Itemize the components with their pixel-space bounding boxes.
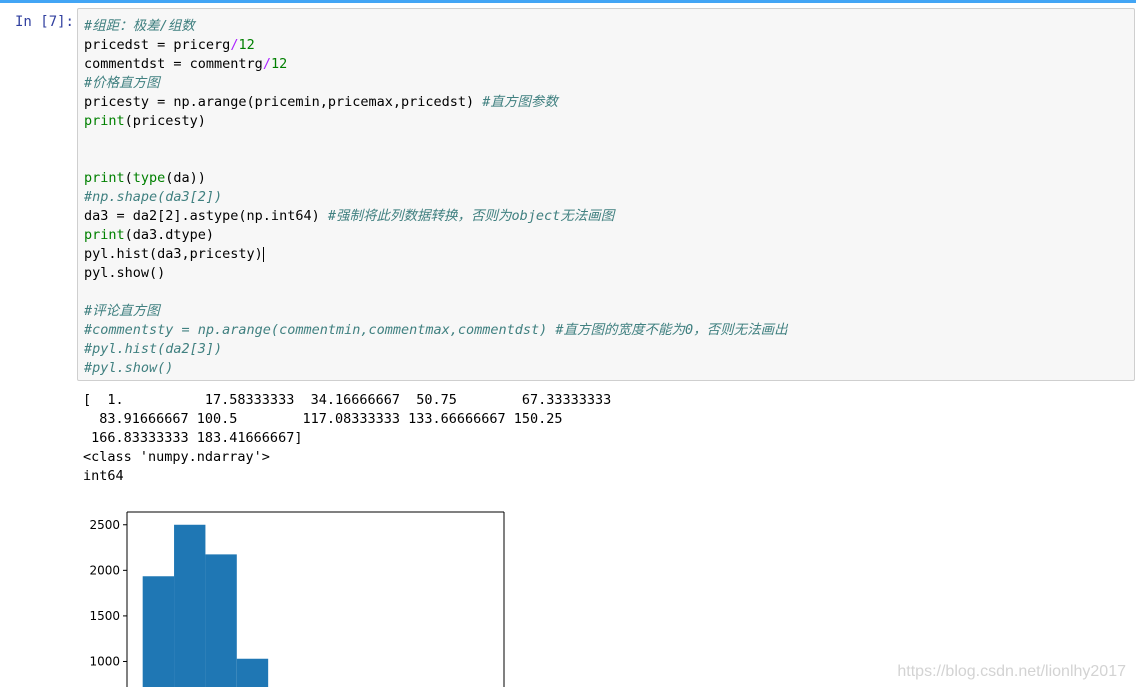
code-comment: #强制将此列数据转换，否则为object无法画图 — [327, 208, 615, 224]
code-comment: #commentsty = np.arange(commentmin,comme… — [84, 322, 788, 338]
code-text: (da3.dtype) — [124, 227, 215, 243]
code-comment: #评论直方图 — [84, 303, 160, 319]
code-editor[interactable]: #组距：极差/组数 pricedst = pricerg/12 commentd… — [84, 17, 788, 378]
histogram-plot: 2500 2000 1500 1000 — [89, 511, 505, 687]
histogram-bar — [174, 524, 206, 687]
histogram-bar — [142, 576, 175, 687]
y-tick-label: 2500 — [89, 518, 120, 532]
code-number: 12 — [270, 56, 288, 72]
output-line: [ 1. 17.58333333 34.16666667 50.75 67.33… — [83, 392, 612, 408]
cell-selection-bar — [0, 0, 1136, 3]
code-number: 12 — [238, 37, 255, 53]
code-keyword: type — [132, 170, 166, 186]
code-comment: #pyl.show() — [84, 360, 174, 376]
code-keyword: print — [84, 113, 125, 129]
histogram-bar — [205, 554, 237, 687]
code-text: pricesty = np.arange(pricemin,pricemax,p… — [84, 94, 483, 110]
code-comment: #价格直方图 — [84, 75, 160, 91]
code-operator: / — [262, 56, 271, 72]
y-tick-label: 1500 — [89, 609, 120, 623]
code-text: pyl.hist(da3,pricesty) — [84, 246, 263, 262]
input-prompt: In [7]: — [14, 14, 74, 30]
code-cell-input[interactable]: #组距：极差/组数 pricedst = pricerg/12 commentd… — [77, 8, 1135, 381]
code-comment: #np.shape(da3[2]) — [84, 189, 223, 205]
text-cursor — [262, 246, 264, 262]
y-tick-label: 1000 — [89, 654, 120, 668]
code-text: pricedst = pricerg — [84, 37, 231, 53]
code-text: pyl.show() — [84, 265, 166, 281]
code-keyword: print — [84, 170, 125, 186]
code-text: commentdst = commentrg — [84, 56, 263, 72]
code-text: da3 = da2[2].astype(np.int64) — [84, 208, 328, 224]
output-line: <class 'numpy.ndarray'> — [83, 449, 270, 465]
code-comment: #pyl.hist(da2[3]) — [84, 341, 223, 357]
code-keyword: print — [84, 227, 125, 243]
output-line: 166.83333333 183.41666667] — [83, 430, 303, 446]
code-text: ( — [124, 170, 133, 186]
y-tick-label: 2000 — [89, 563, 120, 577]
code-text: (da)) — [165, 170, 206, 186]
cell-output-text: [ 1. 17.58333333 34.16666667 50.75 67.33… — [83, 391, 611, 486]
output-line: 83.91666667 100.5 117.08333333 133.66666… — [83, 411, 563, 427]
code-text: (pricesty) — [124, 113, 206, 129]
code-comment: #组距：极差/组数 — [84, 18, 195, 34]
watermark: https://blog.csdn.net/lionlhy2017 — [897, 663, 1126, 680]
output-line: int64 — [83, 468, 124, 484]
histogram-bar — [236, 658, 269, 687]
code-comment: #直方图参数 — [482, 94, 558, 110]
